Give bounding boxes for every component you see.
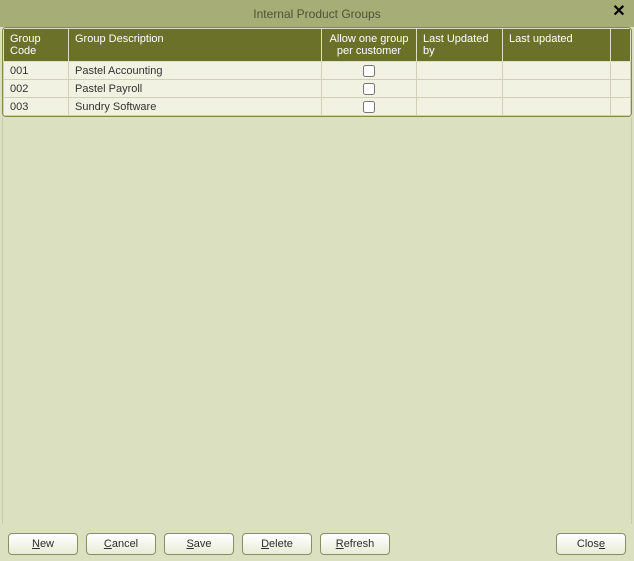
table-body: 001 Pastel Accounting 002 Pastel Payroll xyxy=(4,62,631,116)
refresh-button[interactable]: Refresh xyxy=(320,533,390,555)
table-header-row: Group Code Group Description Allow one g… xyxy=(4,29,631,62)
cell-spacer xyxy=(611,62,631,80)
grid-empty-area xyxy=(2,117,632,524)
cell-code[interactable]: 001 xyxy=(4,62,69,80)
col-header-updated-by[interactable]: Last Updated by xyxy=(417,29,503,62)
cell-updated-at[interactable] xyxy=(503,80,611,98)
grid-container: Group Code Group Description Allow one g… xyxy=(2,27,632,117)
cell-updated-by[interactable] xyxy=(417,98,503,116)
window-title: Internal Product Groups xyxy=(253,7,380,21)
col-header-desc[interactable]: Group Description xyxy=(69,29,322,62)
col-header-allow[interactable]: Allow one group per customer xyxy=(322,29,417,62)
allow-checkbox[interactable] xyxy=(363,83,375,95)
col-header-code[interactable]: Group Code xyxy=(4,29,69,62)
product-groups-table: Group Code Group Description Allow one g… xyxy=(3,28,631,116)
allow-checkbox[interactable] xyxy=(363,65,375,77)
cell-updated-by[interactable] xyxy=(417,80,503,98)
cell-desc[interactable]: Sundry Software xyxy=(69,98,322,116)
table-row[interactable]: 002 Pastel Payroll xyxy=(4,80,631,98)
cell-allow[interactable] xyxy=(322,80,417,98)
cell-code[interactable]: 002 xyxy=(4,80,69,98)
cell-allow[interactable] xyxy=(322,62,417,80)
col-header-spacer xyxy=(611,29,631,62)
cell-updated-at[interactable] xyxy=(503,98,611,116)
cell-updated-at[interactable] xyxy=(503,62,611,80)
cell-spacer xyxy=(611,80,631,98)
title-bar: Internal Product Groups ✕ xyxy=(0,0,634,27)
close-icon[interactable]: ✕ xyxy=(610,4,628,22)
cancel-button[interactable]: Cancel xyxy=(86,533,156,555)
allow-checkbox[interactable] xyxy=(363,101,375,113)
cell-updated-by[interactable] xyxy=(417,62,503,80)
close-button[interactable]: Close xyxy=(556,533,626,555)
cell-spacer xyxy=(611,98,631,116)
new-button[interactable]: New xyxy=(8,533,78,555)
cell-desc[interactable]: Pastel Accounting xyxy=(69,62,322,80)
table-row[interactable]: 001 Pastel Accounting xyxy=(4,62,631,80)
cell-code[interactable]: 003 xyxy=(4,98,69,116)
cell-desc[interactable]: Pastel Payroll xyxy=(69,80,322,98)
cell-allow[interactable] xyxy=(322,98,417,116)
save-button[interactable]: Save xyxy=(164,533,234,555)
button-bar: New Cancel Save Delete Refresh Close xyxy=(0,524,634,558)
col-header-updated-at[interactable]: Last updated xyxy=(503,29,611,62)
table-row[interactable]: 003 Sundry Software xyxy=(4,98,631,116)
content-area: Group Code Group Description Allow one g… xyxy=(0,27,634,524)
delete-button[interactable]: Delete xyxy=(242,533,312,555)
